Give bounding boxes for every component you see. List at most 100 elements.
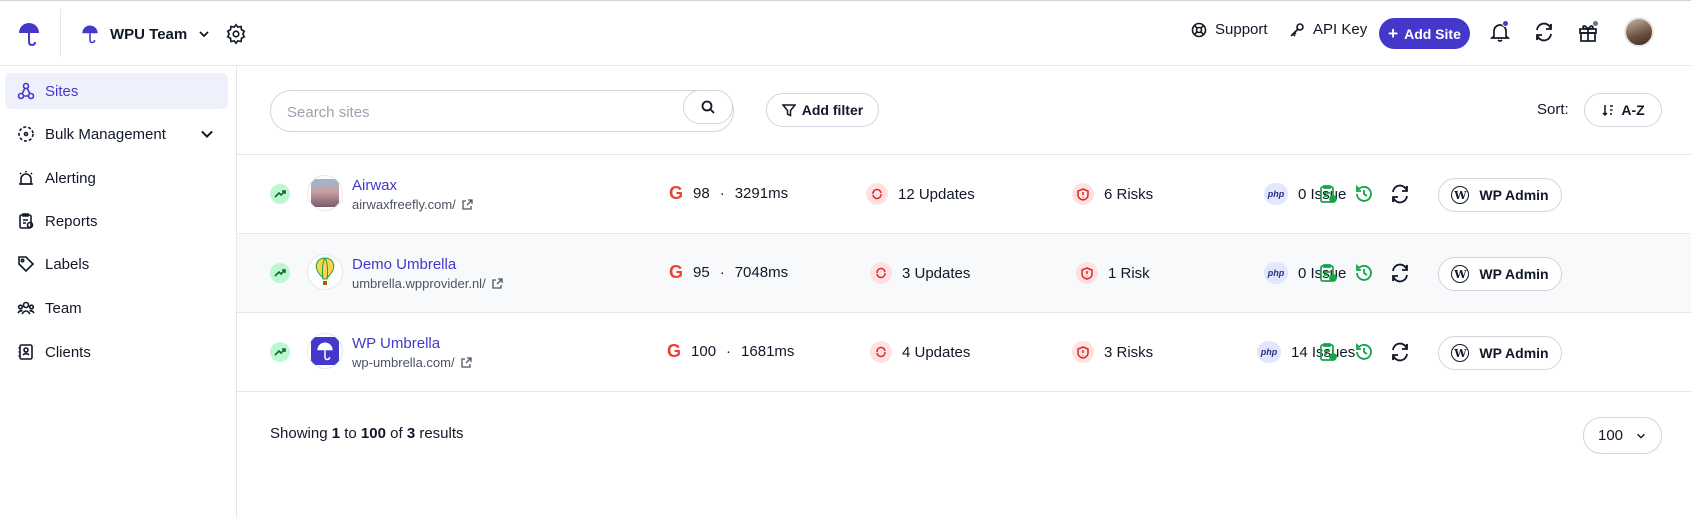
support-label: Support xyxy=(1215,21,1268,38)
team-switcher[interactable]: WPU Team xyxy=(80,21,211,47)
site-url-link[interactable]: airwaxfreefly.com/ xyxy=(352,197,473,212)
updates-metric[interactable]: 12 Updates xyxy=(866,183,975,205)
site-name-link[interactable]: Airwax xyxy=(352,177,397,194)
updates-icon xyxy=(870,262,892,284)
sync-icon[interactable] xyxy=(1389,341,1411,363)
api-key-link[interactable]: API Key xyxy=(1289,21,1367,38)
site-url: umbrella.wpprovider.nl/ xyxy=(352,276,486,291)
external-link-icon xyxy=(462,199,473,210)
sort-button[interactable]: A-Z xyxy=(1584,93,1662,127)
shield-icon xyxy=(1072,183,1094,205)
table-row[interactable]: Airwax airwaxfreefly.com/ G 98 · 3291ms … xyxy=(237,155,1691,234)
performance-metric[interactable]: G 95 · 7048ms xyxy=(669,262,788,283)
performance-metric[interactable]: G 100 · 1681ms xyxy=(667,341,794,362)
results-total: 3 xyxy=(406,425,416,442)
php-issues-metric[interactable]: php 14 Issues xyxy=(1257,341,1355,363)
history-icon[interactable] xyxy=(1353,262,1375,284)
wp-admin-button[interactable]: W WP Admin xyxy=(1438,336,1562,370)
updates-metric[interactable]: 4 Updates xyxy=(870,341,970,363)
support-link[interactable]: Support xyxy=(1191,21,1268,38)
sidebar-item-reports[interactable]: Reports xyxy=(5,203,228,239)
wp-admin-label: WP Admin xyxy=(1479,187,1549,203)
site-thumbnail xyxy=(307,175,343,211)
sidebar-item-alerting[interactable]: Alerting xyxy=(5,160,228,196)
chevron-down-icon xyxy=(199,31,209,38)
gear-icon[interactable] xyxy=(225,23,247,45)
table-row[interactable]: WP Umbrella wp-umbrella.com/ G 100 · 168… xyxy=(237,313,1691,392)
wp-admin-label: WP Admin xyxy=(1479,345,1549,361)
gift-badge xyxy=(1592,20,1599,27)
team-icon xyxy=(17,301,35,315)
site-thumbnail xyxy=(307,333,343,369)
wp-admin-button[interactable]: W WP Admin xyxy=(1438,178,1562,212)
table-row[interactable]: Demo Umbrella umbrella.wpprovider.nl/ G … xyxy=(237,234,1691,313)
range-to: 100 xyxy=(360,425,386,442)
backup-icon[interactable] xyxy=(1317,183,1339,205)
sidebar-item-clients[interactable]: Clients xyxy=(5,334,228,370)
backup-icon[interactable] xyxy=(1317,341,1339,363)
load-time: 7048ms xyxy=(734,264,789,281)
site-thumbnail xyxy=(307,254,343,290)
add-site-button[interactable]: + Add Site xyxy=(1379,18,1470,49)
trend-up-icon xyxy=(270,263,290,283)
alert-icon xyxy=(19,171,33,185)
gift-button[interactable] xyxy=(1577,20,1599,43)
hot-air-balloon-icon xyxy=(315,257,335,285)
showing-word: Showing xyxy=(270,425,328,442)
performance-metric[interactable]: G 98 · 3291ms xyxy=(669,183,788,204)
sort-value: A-Z xyxy=(1621,102,1645,118)
site-url-link[interactable]: umbrella.wpprovider.nl/ xyxy=(352,276,503,291)
backup-icon[interactable] xyxy=(1317,262,1339,284)
risks-count: 6 Risks xyxy=(1104,185,1154,203)
user-avatar[interactable] xyxy=(1624,17,1654,47)
sidebar-item-label: Sites xyxy=(45,82,79,100)
site-name-link[interactable]: WP Umbrella xyxy=(352,335,440,352)
php-icon: php xyxy=(1264,262,1288,284)
site-url: wp-umbrella.com/ xyxy=(352,355,455,370)
wordpress-icon: W xyxy=(1451,265,1470,283)
separator-dot: · xyxy=(719,185,725,202)
wp-umbrella-logo-icon xyxy=(317,342,333,361)
refresh-button[interactable] xyxy=(1533,21,1555,43)
sync-icon[interactable] xyxy=(1389,183,1411,205)
history-icon[interactable] xyxy=(1353,341,1375,363)
api-key-label: API Key xyxy=(1313,21,1368,38)
risks-metric[interactable]: 3 Risks xyxy=(1072,341,1153,363)
search-button[interactable] xyxy=(683,90,733,124)
trend-up-icon xyxy=(270,184,290,204)
search-input[interactable] xyxy=(287,101,657,123)
history-icon[interactable] xyxy=(1353,183,1375,205)
updates-metric[interactable]: 3 Updates xyxy=(870,262,970,284)
google-icon: G xyxy=(669,183,684,203)
page-size-select[interactable]: 100 xyxy=(1583,417,1662,454)
sites-icon xyxy=(17,82,35,100)
performance-score: 98 xyxy=(693,185,710,202)
wp-umbrella-logo-icon[interactable] xyxy=(16,21,42,47)
tag-icon xyxy=(18,256,35,273)
sync-icon[interactable] xyxy=(1389,262,1411,284)
add-filter-button[interactable]: Add filter xyxy=(766,93,879,127)
sidebar-item-label: Reports xyxy=(45,212,98,230)
risks-metric[interactable]: 6 Risks xyxy=(1072,183,1153,205)
wordpress-icon: W xyxy=(1451,186,1470,204)
updates-count: 4 Updates xyxy=(902,343,971,361)
site-name-link[interactable]: Demo Umbrella xyxy=(352,256,456,273)
performance-score: 100 xyxy=(691,343,717,360)
external-link-icon xyxy=(460,357,472,368)
lifebuoy-icon xyxy=(1191,22,1207,37)
site-url-link[interactable]: wp-umbrella.com/ xyxy=(352,355,472,370)
sidebar-item-sites[interactable]: Sites xyxy=(5,73,228,109)
sidebar-item-bulk-management[interactable]: Bulk Management xyxy=(5,116,228,152)
key-icon xyxy=(1290,22,1304,37)
add-filter-label: Add filter xyxy=(801,102,864,118)
sidebar-item-labels[interactable]: Labels xyxy=(5,246,228,282)
load-time: 1681ms xyxy=(741,343,795,360)
sidebar-item-team[interactable]: Team xyxy=(5,290,228,326)
php-icon: php xyxy=(1257,341,1281,363)
risks-metric[interactable]: 1 Risk xyxy=(1076,262,1150,284)
shield-icon xyxy=(1072,341,1094,363)
results-word: results xyxy=(419,425,464,442)
notifications-button[interactable] xyxy=(1489,20,1511,43)
top-bar: WPU Team Support API Key + Add Site xyxy=(0,0,1691,66)
wp-admin-button[interactable]: W WP Admin xyxy=(1438,257,1562,291)
